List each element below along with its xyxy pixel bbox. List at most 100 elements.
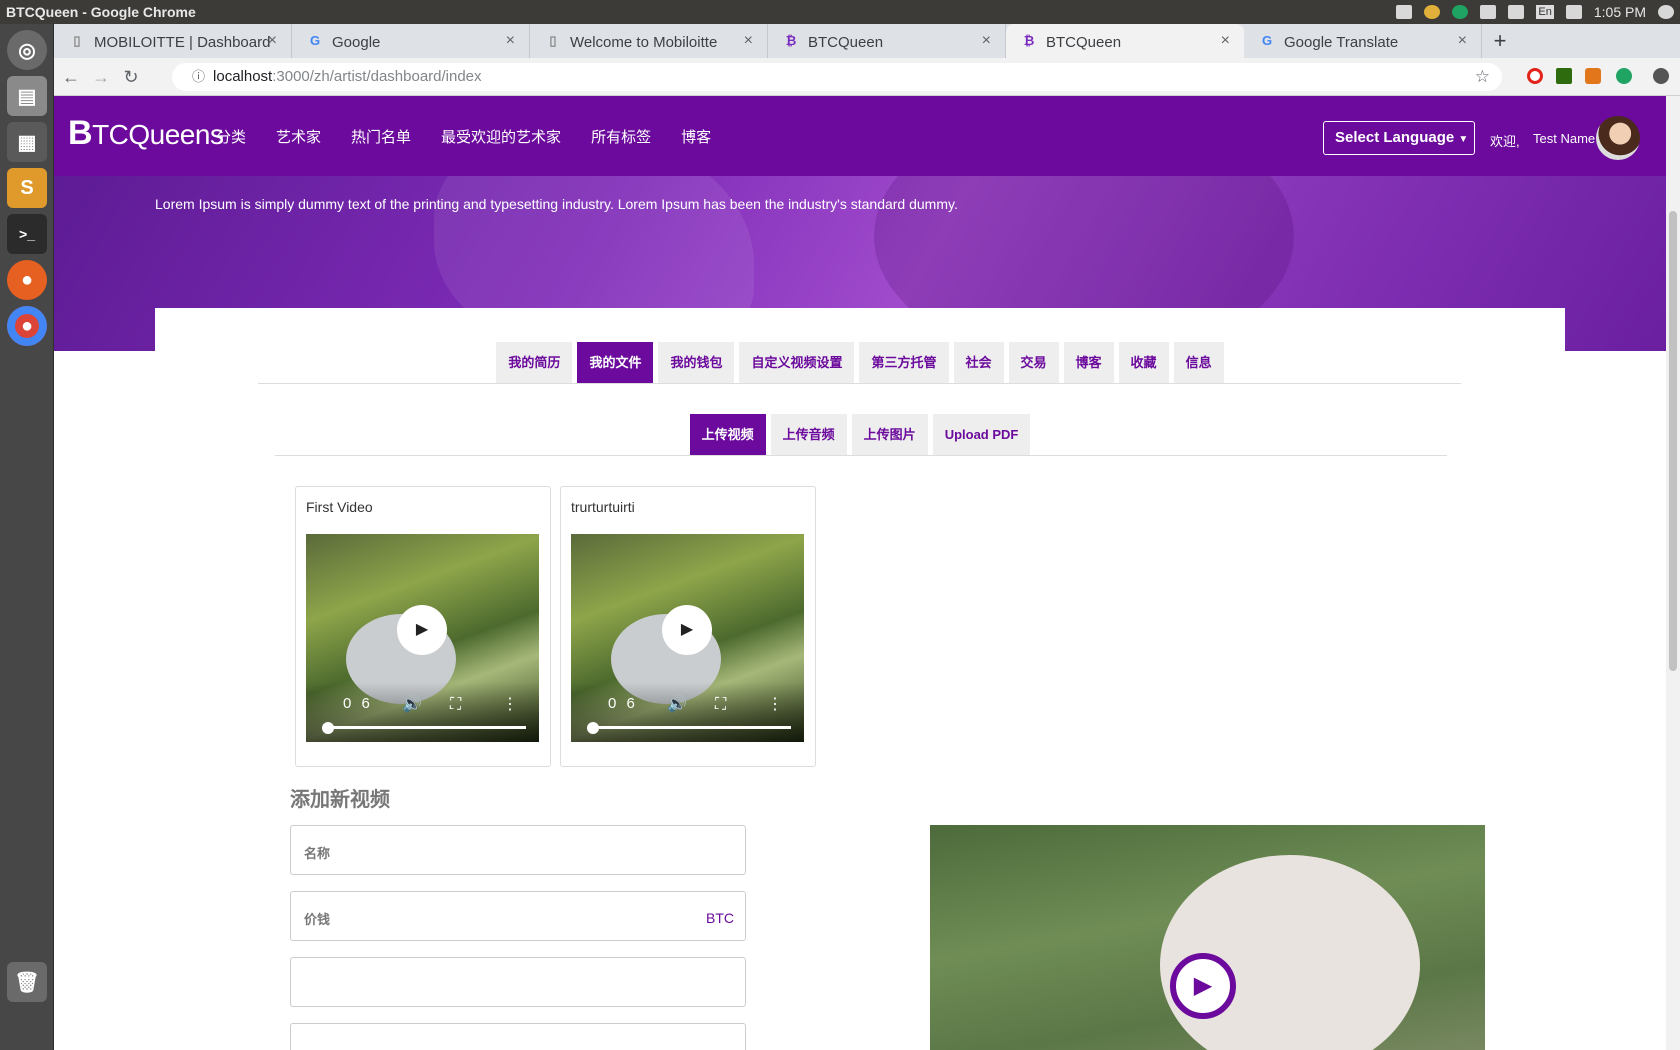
tab-resume[interactable]: 我的简历 [496,342,573,383]
video-time: 0 6 [608,695,638,712]
tab-label: Google [332,34,381,51]
tab-favorites[interactable]: 收藏 [1118,342,1169,383]
sublime-icon[interactable]: S [7,168,47,208]
price-suffix: BTC [706,910,734,926]
select-language-button[interactable]: Select Language ▼ [1323,121,1475,155]
bookmark-star-icon[interactable]: ☆ [1475,63,1490,91]
play-icon[interactable]: ▶ [397,605,447,655]
tab-messages[interactable]: 信息 [1173,342,1224,383]
translate-icon: G [1261,33,1273,48]
video-progress-bar[interactable] [326,726,526,729]
page-scrollbar[interactable] [1666,96,1680,1050]
tab-google[interactable]: G Google × [292,24,530,58]
fullscreen-icon[interactable]: ⛶ [715,696,726,714]
bitcoin-icon: ₿ [1023,33,1035,48]
video-progress-bar[interactable] [591,726,791,729]
tab-wallet[interactable]: 我的钱包 [658,342,735,383]
volume-icon[interactable]: 🔊 [667,694,687,714]
close-icon[interactable]: × [982,32,991,50]
close-icon[interactable]: × [1221,32,1230,50]
firefox-icon[interactable]: ● [7,260,47,300]
fullscreen-icon[interactable]: ⛶ [450,696,461,714]
network-icon[interactable] [1508,5,1525,19]
address-bar[interactable]: ⓘ localhost:3000/zh/artist/dashboard/inde… [172,63,1502,91]
name-field[interactable]: 名称 [290,825,746,875]
video-scrubber[interactable] [322,722,334,734]
tab-upload-audio[interactable]: 上传音频 [770,414,847,455]
avatar[interactable] [1596,116,1640,160]
clock[interactable]: 1:05 PM [1594,0,1646,24]
forward-arrow-icon[interactable]: → [88,64,114,90]
logo-text: TCQueens [92,119,224,150]
settings-gear-icon[interactable] [1658,5,1674,19]
video-time: 0 6 [343,695,373,712]
menu-item-popular-artists[interactable]: 最受欢迎的艺术家 [441,126,561,147]
chrome-icon[interactable]: ● [7,306,47,346]
keyboard-layout[interactable]: En [1536,5,1554,19]
tab-escrow[interactable]: 第三方托管 [859,342,949,383]
more-options-icon[interactable]: ⋮ [502,694,518,714]
close-icon[interactable]: × [506,32,515,50]
extra-field[interactable] [290,1023,746,1050]
close-icon[interactable]: × [268,32,277,50]
tab-btcqueen-1[interactable]: ₿ BTCQueen × [768,24,1006,58]
chrome-tray-icon[interactable] [1424,5,1441,19]
video-player[interactable]: ▶ 0 6 🔊 ⛶ ⋮ [306,534,539,742]
menu-item-categories[interactable]: 分类 [216,126,246,147]
profile-icon[interactable] [1653,68,1669,84]
price-field[interactable]: 价钱 BTC [290,891,746,941]
tab-upload-pdf[interactable]: Upload PDF [932,414,1031,455]
play-circle-icon[interactable]: ▶ [1170,953,1236,1019]
logo-b: B [68,114,93,152]
description-field[interactable] [290,957,746,1007]
user-name[interactable]: Test Name [1533,131,1595,146]
dash-icon[interactable]: ◎ [7,30,47,70]
new-tab-button[interactable]: + [1482,24,1518,58]
tab-social[interactable]: 社会 [953,342,1004,383]
site-logo[interactable]: BTCQueens [68,114,224,153]
video-preview[interactable]: ▶ [930,825,1485,1050]
green-extension-icon[interactable] [1616,68,1632,84]
video-title: First Video [306,499,373,515]
bw-extension-icon[interactable] [1556,68,1572,84]
trash-icon[interactable]: 🗑 [7,962,47,1002]
menu-item-hot-list[interactable]: 热门名单 [351,126,411,147]
disk-icon[interactable]: ▦ [7,122,47,162]
tab-transactions[interactable]: 交易 [1008,342,1059,383]
menu-item-blog[interactable]: 博客 [681,126,711,147]
back-arrow-icon[interactable]: ← [58,64,84,90]
volume-icon[interactable] [1565,5,1582,19]
menu-item-artists[interactable]: 艺术家 [276,126,321,147]
tab-custom-video-settings[interactable]: 自定义视频设置 [739,342,855,383]
tab-welcome-mobiloitte[interactable]: ▯ Welcome to Mobiloitte × [530,24,768,58]
close-icon[interactable]: × [1458,32,1467,50]
video-player[interactable]: ▶ 0 6 🔊 ⛶ ⋮ [571,534,804,742]
tab-upload-image[interactable]: 上传图片 [851,414,928,455]
opera-extension-icon[interactable] [1527,68,1543,84]
info-icon[interactable]: ⓘ [192,69,205,84]
files-icon[interactable]: ▤ [7,76,47,116]
metamask-extension-icon[interactable] [1585,68,1601,84]
hangouts-icon[interactable] [1452,5,1469,19]
tab-btcqueen-active[interactable]: ₿ BTCQueen × [1006,24,1244,58]
url-path: :3000/zh/artist/dashboard/index [272,68,482,85]
web-page: Lorem Ipsum is simply dummy text of the … [54,96,1666,1050]
play-icon[interactable]: ▶ [662,605,712,655]
reload-icon[interactable]: ↻ [118,64,144,90]
tab-google-translate[interactable]: G Google Translate × [1244,24,1482,58]
more-options-icon[interactable]: ⋮ [767,694,783,714]
terminal-icon[interactable]: >_ [7,214,47,254]
volume-icon[interactable]: 🔊 [402,694,422,714]
video-scrubber[interactable] [587,722,599,734]
dashboard-card: 我的简历 我的文件 我的钱包 自定义视频设置 第三方托管 社会 交易 博客 收藏… [155,308,1565,1050]
tab-blog[interactable]: 博客 [1063,342,1114,383]
url-host: localhost [213,68,273,85]
menu-icon[interactable] [1480,5,1497,19]
scrollbar-thumb[interactable] [1669,211,1677,671]
close-icon[interactable]: × [744,32,753,50]
tab-mobiloitte-dashboard[interactable]: ▯ MOBILOITTE | Dashboard × [54,24,292,58]
tab-upload-video[interactable]: 上传视频 [689,414,766,455]
menu-item-all-tags[interactable]: 所有标签 [591,126,651,147]
tab-my-files[interactable]: 我的文件 [577,342,654,383]
clipboard-icon[interactable] [1396,5,1413,19]
